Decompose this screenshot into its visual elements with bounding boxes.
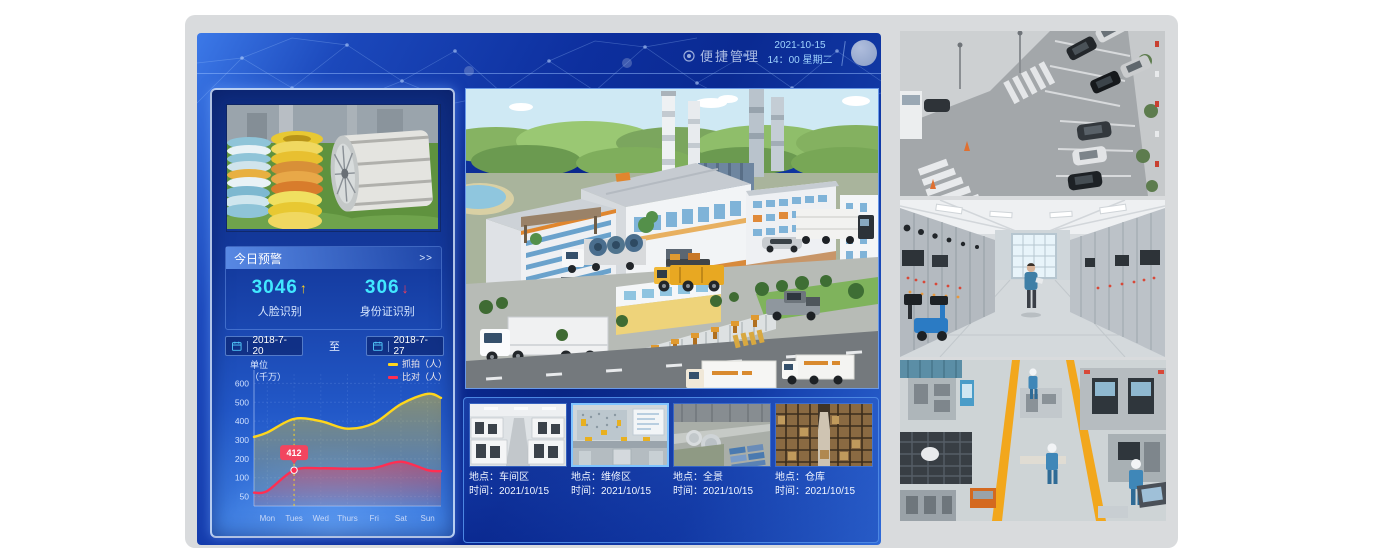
- dashboard-header: 便捷管理 2021-10-15 14：00 星期二: [197, 33, 881, 74]
- svg-text:100: 100: [235, 473, 249, 483]
- line-chart: 单位 （千万） 抓拍（人） 比对（人） 50 100 200 300 400 500 600…: [220, 360, 449, 532]
- left-panel: 今日预警 >> 3046↑ 人脸识别 306↓ 身份证识别: [210, 88, 455, 538]
- camera-location: 地点：仓库: [775, 471, 873, 485]
- camera-thumb-maintenance[interactable]: 地点：维修区 时间：2021/10/15: [571, 403, 669, 499]
- legend-swatch-capture: [388, 363, 398, 366]
- chart-legend: 抓拍（人） 比对（人）: [388, 358, 447, 384]
- end-date-picker[interactable]: 2018-7-27: [366, 336, 444, 356]
- app-title-text: 便捷管理: [700, 46, 760, 65]
- camera-thumb-panorama[interactable]: 地点：全景 时间：2021/10/15: [673, 403, 771, 499]
- stat-face-recognition: 3046↑ 人脸识别: [226, 277, 334, 319]
- factory-floor-feed[interactable]: [900, 360, 1166, 521]
- svg-text:Sun: Sun: [421, 514, 435, 523]
- svg-text:50: 50: [240, 492, 250, 502]
- app-logo-icon: [683, 50, 695, 62]
- stat-id-recognition: 306↓ 身份证识别: [334, 277, 442, 319]
- alerts-title: 今日预警: [234, 250, 282, 267]
- svg-text:Mon: Mon: [260, 514, 276, 523]
- svg-text:Tues: Tues: [285, 514, 303, 523]
- camera-thumb-warehouse[interactable]: 地点：仓库 时间：2021/10/15: [775, 403, 873, 499]
- control-room-feed[interactable]: [900, 200, 1165, 357]
- trend-down-icon: ↓: [402, 280, 410, 296]
- cable-coils-photo: [226, 104, 441, 232]
- legend-swatch-compare: [388, 376, 398, 379]
- today-alerts-box: 今日预警 >> 3046↑ 人脸识别 306↓ 身份证识别: [225, 246, 442, 330]
- parking-lot-feed[interactable]: [900, 31, 1165, 196]
- camera-time: 时间：2021/10/15: [571, 485, 669, 499]
- header-time: 14：00 星期二: [766, 53, 834, 68]
- svg-text:300: 300: [235, 435, 249, 445]
- range-separator: 至: [329, 338, 340, 354]
- chart-canvas: 50 100 200 300 400 500 600 Mon Tues Wed Thurs Fri Sa…: [220, 360, 449, 532]
- svg-text:Wed: Wed: [313, 514, 329, 523]
- calendar-icon: [373, 341, 383, 351]
- chart-unit-label: 单位 （千万）: [250, 359, 286, 383]
- start-date-picker[interactable]: 2018-7-20: [225, 336, 303, 356]
- header-date: 2021-10-15: [766, 38, 834, 53]
- header-datetime: 2021-10-15 14：00 星期二: [766, 38, 834, 68]
- camera-thumb-workshop[interactable]: 地点：车间区 时间：2021/10/15: [469, 403, 567, 499]
- camera-location: 地点：维修区: [571, 471, 669, 485]
- camera-panel: 地点：车间区 时间：2021/10/15: [463, 397, 879, 543]
- svg-text:400: 400: [235, 416, 249, 426]
- calendar-icon: [232, 341, 242, 351]
- camera-time: 时间：2021/10/15: [775, 485, 873, 499]
- svg-text:200: 200: [235, 454, 249, 464]
- camera-location: 地点：车间区: [469, 471, 567, 485]
- date-range-row: 2018-7-20 至 2018-7-27: [225, 336, 444, 356]
- header-divider: [841, 41, 845, 66]
- trend-up-icon: ↑: [300, 280, 308, 296]
- camera-time: 时间：2021/10/15: [673, 485, 771, 499]
- warehouse-thumbnail: [775, 403, 873, 467]
- alerts-more-link[interactable]: >>: [419, 253, 433, 264]
- svg-text:412: 412: [287, 448, 302, 458]
- svg-text:Thurs: Thurs: [337, 514, 357, 523]
- app-title: 便捷管理: [683, 46, 760, 65]
- start-date-value: 2018-7-20: [253, 335, 297, 357]
- maintenance-thumbnail: [571, 403, 669, 467]
- workshop-thumbnail: [469, 403, 567, 467]
- panorama-thumbnail: [673, 403, 771, 467]
- factory-campus-illustration: [465, 88, 879, 389]
- camera-time: 时间：2021/10/15: [469, 485, 567, 499]
- camera-location: 地点：全景: [673, 471, 771, 485]
- end-date-value: 2018-7-27: [394, 335, 438, 357]
- svg-text:Sat: Sat: [395, 514, 408, 523]
- user-avatar[interactable]: [851, 40, 877, 66]
- chip-divider: [388, 341, 389, 352]
- chip-divider: [247, 341, 248, 352]
- svg-text:Fri: Fri: [370, 514, 380, 523]
- svg-text:500: 500: [235, 397, 249, 407]
- svg-text:600: 600: [235, 378, 249, 388]
- dashboard: 便捷管理 2021-10-15 14：00 星期二: [197, 33, 881, 545]
